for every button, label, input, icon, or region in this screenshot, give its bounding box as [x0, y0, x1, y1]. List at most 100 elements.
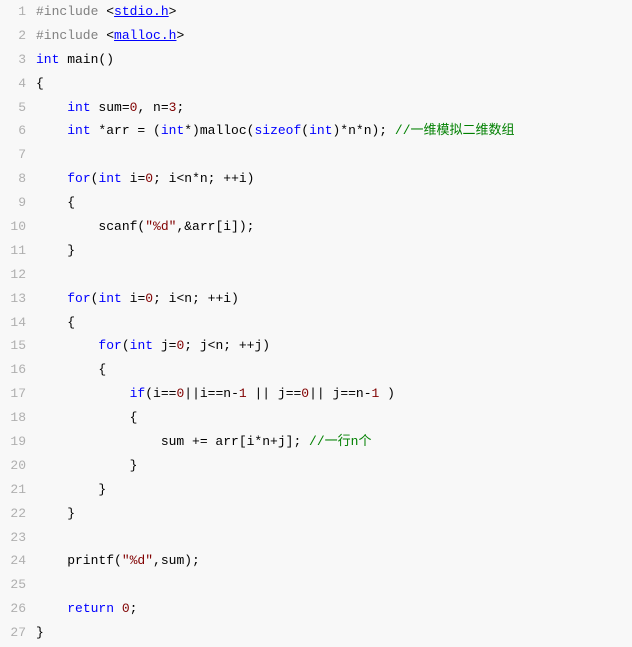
code-token: 0	[145, 291, 153, 306]
code-line: }	[36, 239, 632, 263]
code-token	[36, 601, 67, 616]
code-editor: 1234567891011121314151617181920212223242…	[0, 0, 632, 645]
code-line: }	[36, 454, 632, 478]
line-number: 9	[0, 191, 26, 215]
code-token: }	[36, 243, 75, 258]
line-number: 20	[0, 454, 26, 478]
line-number: 13	[0, 287, 26, 311]
code-line	[36, 526, 632, 550]
code-area: #include <stdio.h>#include <malloc.h>int…	[32, 0, 632, 645]
code-token: || j==	[247, 386, 302, 401]
code-token: ||i==n-	[184, 386, 239, 401]
code-token: #include	[36, 4, 98, 19]
code-line: sum += arr[i*n+j]; //一行n个	[36, 430, 632, 454]
code-token: int	[67, 123, 90, 138]
code-token: int	[36, 52, 59, 67]
code-line: {	[36, 72, 632, 96]
code-token: {	[36, 76, 44, 91]
code-token: "%d"	[145, 219, 176, 234]
code-token: >	[176, 28, 184, 43]
code-line: for(int i=0; i<n*n; ++i)	[36, 167, 632, 191]
code-token: ; i<n*n; ++i)	[153, 171, 254, 186]
line-number: 11	[0, 239, 26, 263]
line-number: 27	[0, 621, 26, 645]
code-token: 0	[301, 386, 309, 401]
code-token: }	[36, 482, 106, 497]
code-token: ,&arr[i]);	[176, 219, 254, 234]
code-token	[36, 171, 67, 186]
line-number: 14	[0, 311, 26, 335]
code-token: 0	[145, 171, 153, 186]
code-line: {	[36, 191, 632, 215]
code-token: (	[301, 123, 309, 138]
code-token: || j==n-	[309, 386, 371, 401]
line-number: 22	[0, 502, 26, 526]
line-number: 3	[0, 48, 26, 72]
code-line: scanf("%d",&arr[i]);	[36, 215, 632, 239]
code-token: <	[106, 28, 114, 43]
code-token: //一维模拟二维数组	[395, 123, 515, 138]
code-token	[36, 123, 67, 138]
code-token: int	[161, 123, 184, 138]
code-token: ;	[176, 100, 184, 115]
code-token: for	[67, 291, 90, 306]
code-token: //一行n个	[309, 434, 371, 449]
code-line: int sum=0, n=3;	[36, 96, 632, 120]
code-token: }	[36, 625, 44, 640]
code-token: int	[67, 100, 90, 115]
line-number: 21	[0, 478, 26, 502]
code-token: return	[67, 601, 114, 616]
code-token: *arr = (	[91, 123, 161, 138]
code-token: sum=	[91, 100, 130, 115]
code-line: }	[36, 502, 632, 526]
code-token: int	[98, 291, 121, 306]
code-token: )	[379, 386, 395, 401]
code-line: int *arr = (int*)malloc(sizeof(int)*n*n)…	[36, 119, 632, 143]
code-token: int	[98, 171, 121, 186]
code-token: scanf(	[36, 219, 145, 234]
code-token: <	[106, 4, 114, 19]
code-token: malloc.h	[114, 28, 176, 43]
code-token: (i==	[145, 386, 176, 401]
code-line: #include <stdio.h>	[36, 0, 632, 24]
code-token: {	[36, 315, 75, 330]
code-line: for(int i=0; i<n; ++i)	[36, 287, 632, 311]
code-line: }	[36, 478, 632, 502]
line-number: 17	[0, 382, 26, 406]
code-token: {	[36, 362, 106, 377]
code-token: if	[130, 386, 146, 401]
code-token: "%d"	[122, 553, 153, 568]
code-line: for(int j=0; j<n; ++j)	[36, 334, 632, 358]
line-number: 26	[0, 597, 26, 621]
line-number: 12	[0, 263, 26, 287]
code-token: , n=	[137, 100, 168, 115]
code-token: ,sum);	[153, 553, 200, 568]
code-token: *)malloc(	[184, 123, 254, 138]
code-line: {	[36, 311, 632, 335]
code-line: #include <malloc.h>	[36, 24, 632, 48]
code-line	[36, 143, 632, 167]
line-number: 19	[0, 430, 26, 454]
code-line: {	[36, 358, 632, 382]
code-line: int main()	[36, 48, 632, 72]
code-token: i=	[122, 171, 145, 186]
line-number: 10	[0, 215, 26, 239]
code-token	[36, 338, 98, 353]
code-token: for	[67, 171, 90, 186]
code-token	[36, 291, 67, 306]
line-number: 5	[0, 96, 26, 120]
code-token	[36, 100, 67, 115]
code-token: int	[309, 123, 332, 138]
code-token: {	[36, 410, 137, 425]
code-token: (	[122, 338, 130, 353]
line-number: 16	[0, 358, 26, 382]
code-token: 0	[122, 601, 130, 616]
line-number: 4	[0, 72, 26, 96]
code-token: ; j<n; ++j)	[184, 338, 270, 353]
line-number-gutter: 1234567891011121314151617181920212223242…	[0, 0, 32, 645]
code-token: stdio.h	[114, 4, 169, 19]
code-token: sizeof	[254, 123, 301, 138]
code-token: printf(	[36, 553, 122, 568]
line-number: 2	[0, 24, 26, 48]
code-token: #include	[36, 28, 98, 43]
